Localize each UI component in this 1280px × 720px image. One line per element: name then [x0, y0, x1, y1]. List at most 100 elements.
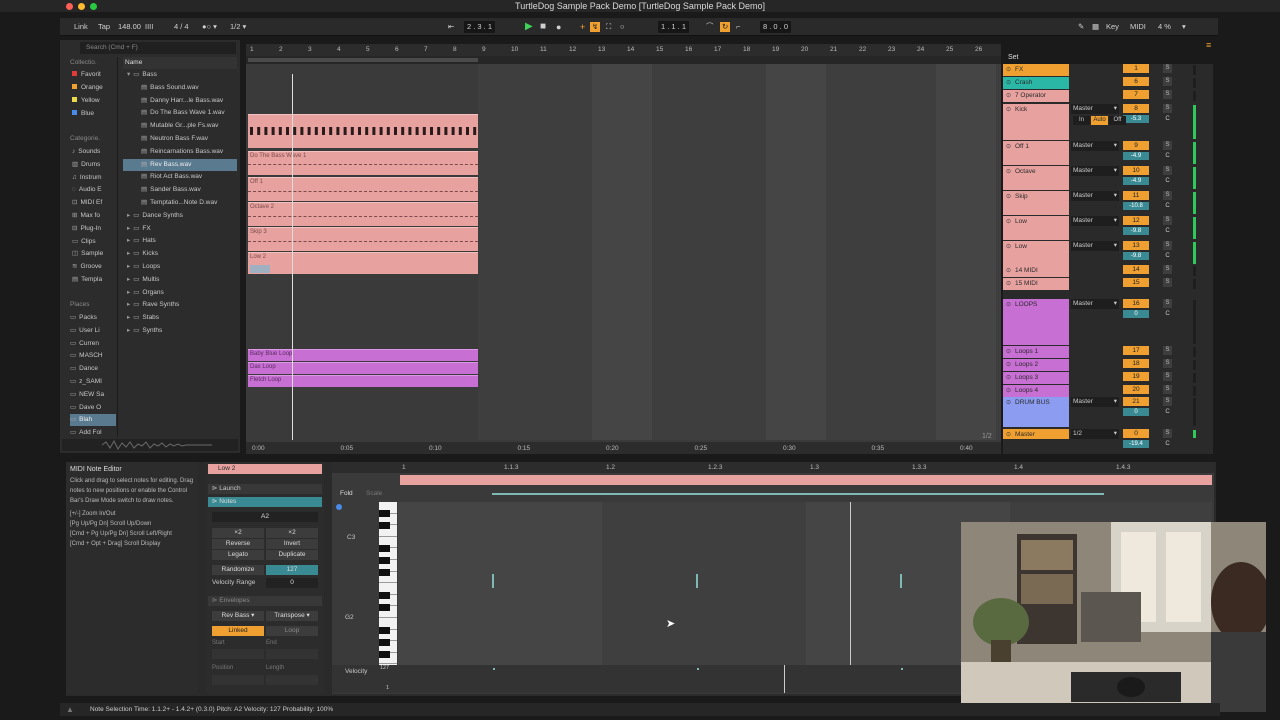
solo-button[interactable]: S [1163, 241, 1172, 250]
category-drums[interactable]: ▥ Drums [72, 159, 116, 171]
note-ruler[interactable]: 1 1.1.3 1.2 1.2.3 1.3 1.3.3 1.4 1.4.3 [332, 462, 1214, 473]
crossfade-button[interactable]: C [1163, 227, 1172, 235]
volume-field[interactable]: -5.3 [1123, 115, 1149, 123]
fold-icon[interactable]: ⊙ [1006, 267, 1011, 274]
category-groove[interactable]: ≋ Groove [72, 261, 116, 273]
mixer-track-15midi[interactable]: 15 MIDI ⊙ 15 S [1003, 278, 1213, 290]
browser-item[interactable]: ▸ ▭ Hats [123, 235, 237, 247]
browser-item[interactable]: ▤ Danny Harr...le Bass.wav [123, 95, 237, 107]
randomize-value[interactable]: 127 [266, 565, 318, 575]
chevron-right-icon[interactable]: ▸ [127, 314, 130, 321]
track-name[interactable]: FX [1003, 64, 1069, 76]
cpu-dropdown-icon[interactable]: ▾ [1182, 18, 1186, 36]
black-key[interactable] [379, 510, 390, 517]
fold-icon[interactable]: ⊙ [1006, 243, 1011, 250]
category-instrum[interactable]: ♫ Instrum [72, 172, 116, 184]
track-name[interactable]: Skip [1003, 191, 1069, 215]
nudge-icon[interactable]: IIII [145, 18, 153, 36]
mixer-track-fx[interactable]: FX ⊙ 1 S [1003, 64, 1213, 76]
metronome-icon[interactable]: ●○ ▾ [202, 18, 217, 36]
browser-item[interactable]: ▤ Neutron Bass F.wav [123, 133, 237, 145]
crossfade-button[interactable]: C [1163, 408, 1172, 416]
browser-item[interactable]: ▤ Do The Bass Wave 1.wav [123, 107, 237, 119]
track-activator-17[interactable]: 17 [1123, 346, 1149, 355]
clip-octave-2[interactable]: Octave 2 [248, 202, 478, 226]
solo-button[interactable]: S [1163, 372, 1172, 381]
track-name[interactable]: Low [1003, 241, 1069, 265]
solo-button[interactable]: S [1163, 397, 1172, 406]
fold-icon[interactable]: ⊙ [1006, 374, 1011, 381]
monitor-off-button[interactable]: Off [1109, 116, 1126, 125]
fold-icon[interactable]: ⊙ [1006, 106, 1011, 113]
chevron-right-icon[interactable]: ▸ [127, 250, 130, 257]
place-masch[interactable]: ▭ MASCH [70, 350, 116, 362]
browser-item[interactable]: ▤ Bass Sound.wav [123, 82, 237, 94]
track-name[interactable]: 7 Operator [1003, 90, 1069, 102]
browser-item[interactable]: ▸ ▭ Organs [123, 287, 237, 299]
fold-icon[interactable]: ⊙ [1006, 399, 1011, 406]
maximize-icon[interactable] [90, 3, 97, 10]
preview-icon[interactable] [336, 504, 342, 510]
volume-field[interactable]: -10.8 [1123, 202, 1149, 210]
velocity-marker[interactable] [901, 668, 903, 670]
category-maxfo[interactable]: ⊞ Max fo [72, 210, 116, 222]
category-clips[interactable]: ▭ Clips [72, 236, 116, 248]
clip-loop-bar[interactable] [400, 475, 1212, 485]
track-activator-6[interactable]: 6 [1123, 77, 1149, 86]
tempo-field[interactable]: 148.00 [118, 18, 141, 36]
browser-item[interactable]: ▤ Riot Act Bass.wav [123, 171, 237, 183]
track-name[interactable]: DRUM BUS [1003, 397, 1069, 427]
track-name[interactable]: Loops 2 [1003, 359, 1069, 371]
black-key[interactable] [379, 651, 390, 658]
mixer-track-master[interactable]: Master ⊙ 1/2 ▾ 0 S -19.4 C [1003, 429, 1213, 448]
volume-field[interactable]: -9.8 [1123, 252, 1149, 260]
track-activator-1[interactable]: 1 [1123, 64, 1149, 73]
chevron-right-icon[interactable]: ▸ [127, 212, 130, 219]
track-activator-16[interactable]: 16 [1123, 299, 1149, 308]
category-sample[interactable]: ◫ Sample [72, 248, 116, 260]
start-field[interactable] [212, 649, 264, 659]
mixer-track-drumbus[interactable]: DRUM BUS ⊙ Master ▾ 21 S 0 C [1003, 397, 1213, 427]
crossfade-button[interactable]: C [1163, 177, 1172, 185]
mixer-track-low[interactable]: Low ⊙ Master ▾ 13 S -9.8 C [1003, 241, 1213, 265]
loop-toggle[interactable]: Loop [266, 626, 318, 636]
volume-field[interactable]: -19.4 [1123, 440, 1149, 448]
clip-kick[interactable] [248, 114, 478, 148]
follow-icon[interactable]: ⇤ [448, 18, 454, 36]
minimize-icon[interactable] [78, 3, 85, 10]
preview-waveform[interactable] [62, 439, 238, 451]
clip-skip-3[interactable]: Skip 3 [248, 227, 478, 251]
place-zsami[interactable]: ▭ z_SAMI [70, 376, 116, 388]
browser-item[interactable]: ▸ ▭ Dance Synths [123, 210, 237, 222]
time-signature[interactable]: 4 / 4 [174, 18, 189, 36]
halve-button[interactable]: ×2 [212, 528, 264, 538]
volume-field[interactable]: 0 [1123, 310, 1149, 318]
volume-field[interactable]: -4.9 [1123, 177, 1149, 185]
place-packs[interactable]: ▭ Packs [70, 312, 116, 324]
output-routing-select[interactable]: Master ▾ [1071, 166, 1119, 176]
note-pitch-field[interactable]: A2 [212, 512, 318, 522]
output-routing-select[interactable]: Master ▾ [1071, 397, 1119, 407]
clip-fletch-loop[interactable]: Fletch Loop [248, 375, 478, 387]
output-routing-select[interactable]: Master ▾ [1071, 241, 1119, 251]
browser-item[interactable]: ▸ ▭ Stabs [123, 312, 237, 324]
song-position[interactable]: 2 . 3 . 1 [464, 21, 496, 33]
track-name[interactable]: 15 MIDI [1003, 278, 1069, 290]
punch-out-icon[interactable]: ⌐ [736, 18, 740, 36]
track-name[interactable]: Loops 3 [1003, 372, 1069, 384]
place-addfol[interactable]: ▭ Add Fol [70, 427, 116, 439]
place-newsa[interactable]: ▭ NEW Sa [70, 389, 116, 401]
fold-icon[interactable]: ⊙ [1006, 66, 1011, 73]
triangle-icon[interactable]: ▲ [66, 703, 74, 716]
velocity-marker[interactable] [493, 668, 495, 670]
track-activator-21[interactable]: 21 [1123, 397, 1149, 406]
mixer-track-loops4[interactable]: Loops 4 ⊙ 20 S [1003, 385, 1213, 397]
crossfade-button[interactable]: C [1163, 310, 1172, 318]
black-key[interactable] [379, 569, 390, 576]
track-activator-13[interactable]: 13 [1123, 241, 1149, 250]
track-activator-7[interactable]: 7 [1123, 90, 1149, 99]
track-name[interactable]: 14 MIDI [1003, 265, 1069, 277]
stop-icon[interactable]: ■ [540, 18, 546, 36]
fold-icon[interactable]: ⊙ [1006, 348, 1011, 355]
track-activator-0[interactable]: 0 [1123, 429, 1149, 438]
